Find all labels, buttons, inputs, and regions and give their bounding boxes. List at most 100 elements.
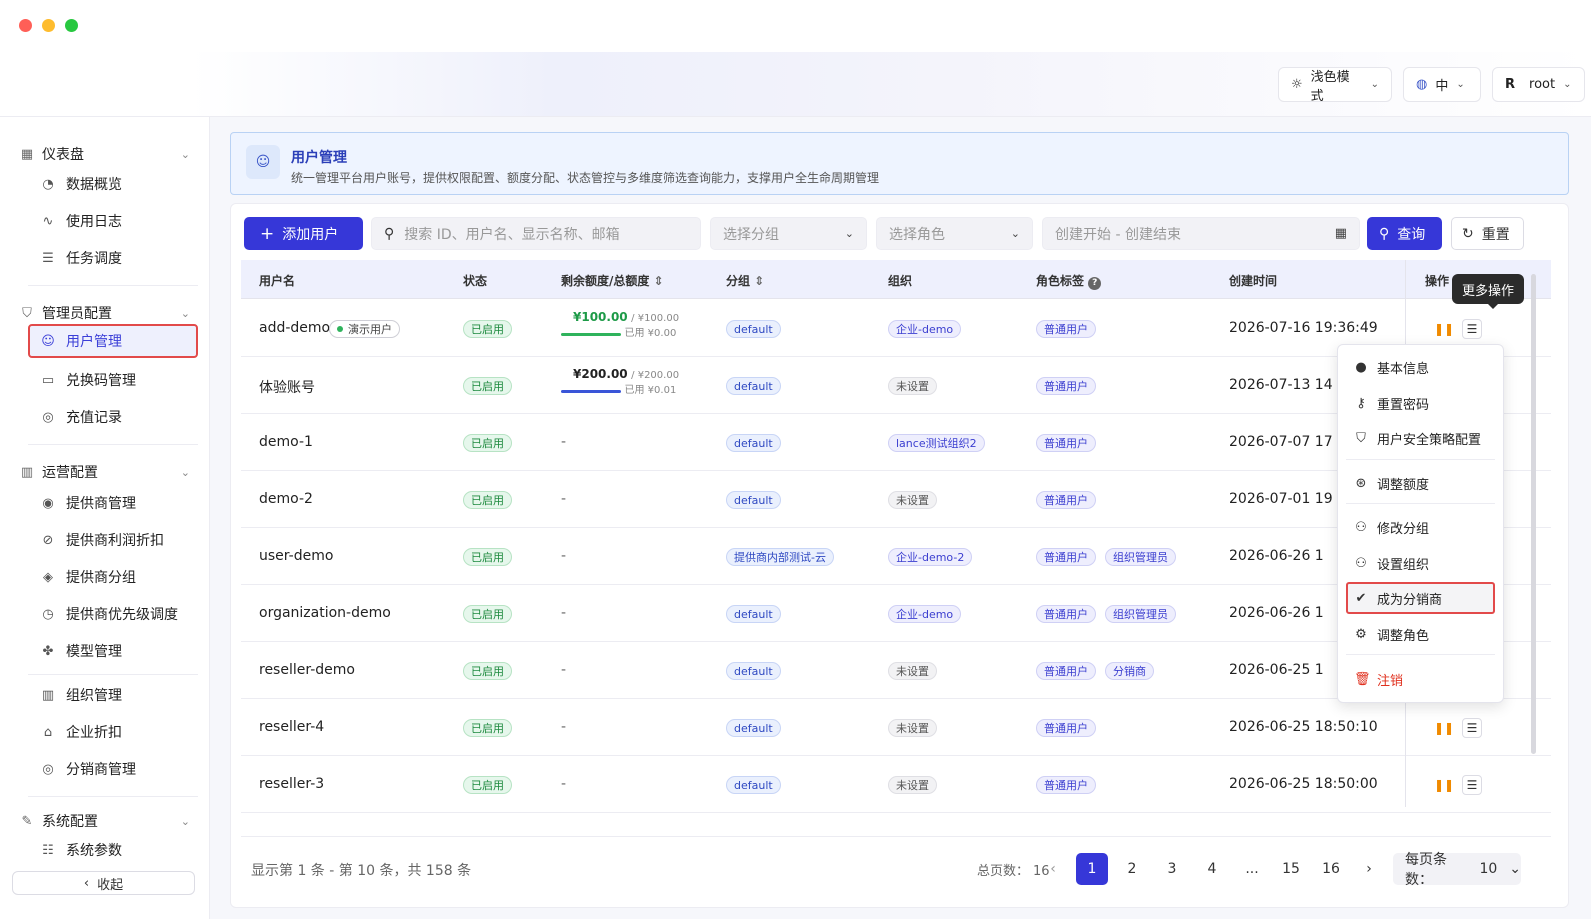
- page-button[interactable]: 2: [1116, 853, 1148, 885]
- group-badge: default: [726, 434, 781, 452]
- menu-item-reset-password[interactable]: ⚷ 重置密码: [1346, 387, 1495, 419]
- column-header-status[interactable]: 状态: [463, 272, 487, 289]
- sidebar-item-task-schedule[interactable]: ☰ 任务调度: [28, 241, 198, 275]
- refresh-icon: ↻: [1462, 225, 1474, 242]
- close-window-button[interactable]: [19, 19, 32, 32]
- more-actions-tooltip: 更多操作: [1452, 274, 1525, 309]
- page-button[interactable]: 4: [1196, 853, 1228, 885]
- status-badge: 已启用: [463, 662, 512, 680]
- created-time: 2026-06-25 1: [1229, 662, 1324, 678]
- status-badge: 已启用: [463, 719, 512, 737]
- sidebar-section-dashboard[interactable]: ▦ 仪表盘 ⌄: [20, 144, 190, 164]
- page-button[interactable]: 1: [1076, 853, 1108, 885]
- table-scrollbar[interactable]: [1531, 274, 1536, 754]
- add-user-button[interactable]: + 添加用户: [244, 217, 363, 250]
- page-size-select[interactable]: 每页条数： 10 ⌄: [1393, 852, 1521, 888]
- username: reseller-3: [259, 776, 325, 792]
- sidebar-item-resellers[interactable]: ◎ 分销商管理: [28, 752, 198, 786]
- sidebar-item-recharge-records[interactable]: ◎ 充值记录: [28, 400, 198, 434]
- sidebar-divider: [28, 444, 198, 445]
- disable-user-button[interactable]: ❚❚: [1434, 775, 1454, 795]
- dollar-circle-icon: ⊛: [1355, 475, 1367, 491]
- sidebar-item-provider-groups[interactable]: ◈ 提供商分组: [28, 560, 198, 594]
- table-row[interactable]: reseller-4 已启用 - default 未设置 普通用户 2026-06-25 1…: [241, 699, 1551, 756]
- column-header-roles[interactable]: 角色标签 ?: [1036, 272, 1102, 290]
- sidebar-item-enterprise-discount[interactable]: ⌂ 企业折扣: [28, 715, 198, 749]
- menu-icon: ☰: [1466, 721, 1478, 735]
- sidebar-item-organizations[interactable]: ▥ 组织管理: [28, 678, 198, 712]
- collapse-sidebar-button[interactable]: ‹ 收起: [12, 871, 195, 895]
- date-range-picker[interactable]: 创建开始 - 创建结束 ▦: [1042, 217, 1360, 250]
- menu-item-label: 成为分销商: [1377, 592, 1443, 608]
- reset-button[interactable]: ↻ 重置: [1451, 217, 1524, 250]
- more-actions-button[interactable]: ☰: [1462, 718, 1482, 738]
- role-badge: 普通用户: [1036, 434, 1096, 452]
- prev-page-button[interactable]: ‹: [1037, 853, 1069, 885]
- menu-item-label: 注销: [1377, 673, 1404, 689]
- tooltip-text: 更多操作: [1462, 283, 1515, 299]
- column-header-organization[interactable]: 组织: [888, 272, 912, 289]
- page-size-value: 10: [1479, 861, 1498, 877]
- sidebar-item-user-management[interactable]: ☺ 用户管理: [28, 324, 198, 358]
- role-select[interactable]: 选择角色 ⌄: [876, 217, 1033, 250]
- table-row[interactable]: reseller-3 已启用 - default 未设置 普通用户 2026-06-25 1…: [241, 756, 1551, 813]
- menu-item-set-organization[interactable]: ⚇ 设置组织: [1346, 547, 1495, 579]
- sidebar-section-operations[interactable]: ▥ 运营配置 ⌄: [20, 462, 190, 482]
- section-label: 运营配置: [42, 465, 98, 481]
- status-badge: 已启用: [463, 548, 512, 566]
- pause-icon: ❚❚: [1433, 778, 1455, 792]
- query-button[interactable]: ⚲ 查询: [1367, 217, 1442, 250]
- next-page-button[interactable]: ›: [1353, 853, 1385, 885]
- disable-user-button[interactable]: ❚❚: [1434, 718, 1454, 738]
- created-time: 2026-06-25 18:50:10: [1229, 719, 1378, 735]
- sidebar-item-providers[interactable]: ◉ 提供商管理: [28, 486, 198, 520]
- sidebar-item-models[interactable]: ✤ 模型管理: [28, 634, 198, 668]
- more-actions-button[interactable]: ☰: [1462, 319, 1482, 339]
- organization-badge: lance测试组织2: [888, 434, 985, 452]
- menu-item-deactivate[interactable]: 🗑 注销: [1346, 663, 1495, 695]
- sidebar-item-label: 分销商管理: [66, 762, 136, 778]
- page-button[interactable]: 16: [1315, 853, 1347, 885]
- user-menu[interactable]: R root ⌄: [1492, 67, 1585, 102]
- menu-item-label: 修改分组: [1377, 521, 1430, 537]
- header-label: 角色标签: [1036, 274, 1085, 288]
- sidebar-divider: [28, 285, 198, 286]
- column-header-created[interactable]: 创建时间: [1229, 272, 1277, 289]
- theme-toggle[interactable]: ☼ 浅色模式 ⌄: [1278, 67, 1392, 104]
- role-badge: 分销商: [1105, 662, 1154, 680]
- search-input[interactable]: ⚲ 搜索 ID、用户名、显示名称、邮箱: [371, 217, 701, 250]
- sidebar-item-provider-priority[interactable]: ◷ 提供商优先级调度: [28, 597, 198, 631]
- minimize-window-button[interactable]: [42, 19, 55, 32]
- group-select[interactable]: 选择分组 ⌄: [710, 217, 867, 250]
- sidebar-item-redeem-codes[interactable]: ▭ 兑换码管理: [28, 363, 198, 397]
- page-button[interactable]: 15: [1275, 853, 1307, 885]
- sidebar-section-system[interactable]: ✎ 系统配置 ⌄: [20, 811, 190, 831]
- quota-total: / ¥200.00: [631, 370, 680, 381]
- sidebar-section-admin[interactable]: ⛉ 管理员配置 ⌄: [20, 303, 190, 323]
- page-button[interactable]: 3: [1156, 853, 1188, 885]
- disable-user-button[interactable]: ❚❚: [1434, 319, 1454, 339]
- sidebar-item-data-overview[interactable]: ◔ 数据概览: [28, 167, 198, 201]
- maximize-window-button[interactable]: [65, 19, 78, 32]
- sidebar-item-system-params[interactable]: ☷ 系统参数: [28, 833, 198, 867]
- menu-item-security-policy[interactable]: ⛉ 用户安全策略配置: [1346, 422, 1495, 454]
- menu-item-edit-group[interactable]: ⚇ 修改分组: [1346, 511, 1495, 543]
- chevron-down-icon: ⌄: [180, 306, 190, 320]
- column-header-group[interactable]: 分组 ⇕: [726, 272, 764, 289]
- sidebar-item-usage-log[interactable]: ∿ 使用日志: [28, 204, 198, 238]
- menu-item-basic-info[interactable]: ● 基本信息: [1346, 351, 1495, 383]
- menu-item-adjust-role[interactable]: ⚙ 调整角色: [1346, 618, 1495, 650]
- menu-item-adjust-quota[interactable]: ⊛ 调整额度: [1346, 467, 1495, 499]
- sidebar-item-provider-discount[interactable]: ⊘ 提供商利润折扣: [28, 523, 198, 557]
- group-badge: default: [726, 662, 781, 680]
- sidebar-item-label: 系统参数: [66, 843, 122, 859]
- column-header-quota[interactable]: 剩余额度/总额度 ⇕: [561, 272, 664, 289]
- page-ellipsis[interactable]: ...: [1236, 853, 1268, 885]
- help-icon[interactable]: ?: [1088, 276, 1102, 290]
- column-header-username[interactable]: 用户名: [259, 272, 295, 289]
- menu-item-become-reseller[interactable]: ✔ 成为分销商: [1346, 582, 1495, 614]
- sun-icon: ☼: [1291, 77, 1303, 92]
- more-actions-button[interactable]: ☰: [1462, 775, 1482, 795]
- sidebar-item-label: 提供商利润折扣: [66, 533, 164, 549]
- language-selector[interactable]: ◍ 中 ⌄: [1403, 67, 1481, 102]
